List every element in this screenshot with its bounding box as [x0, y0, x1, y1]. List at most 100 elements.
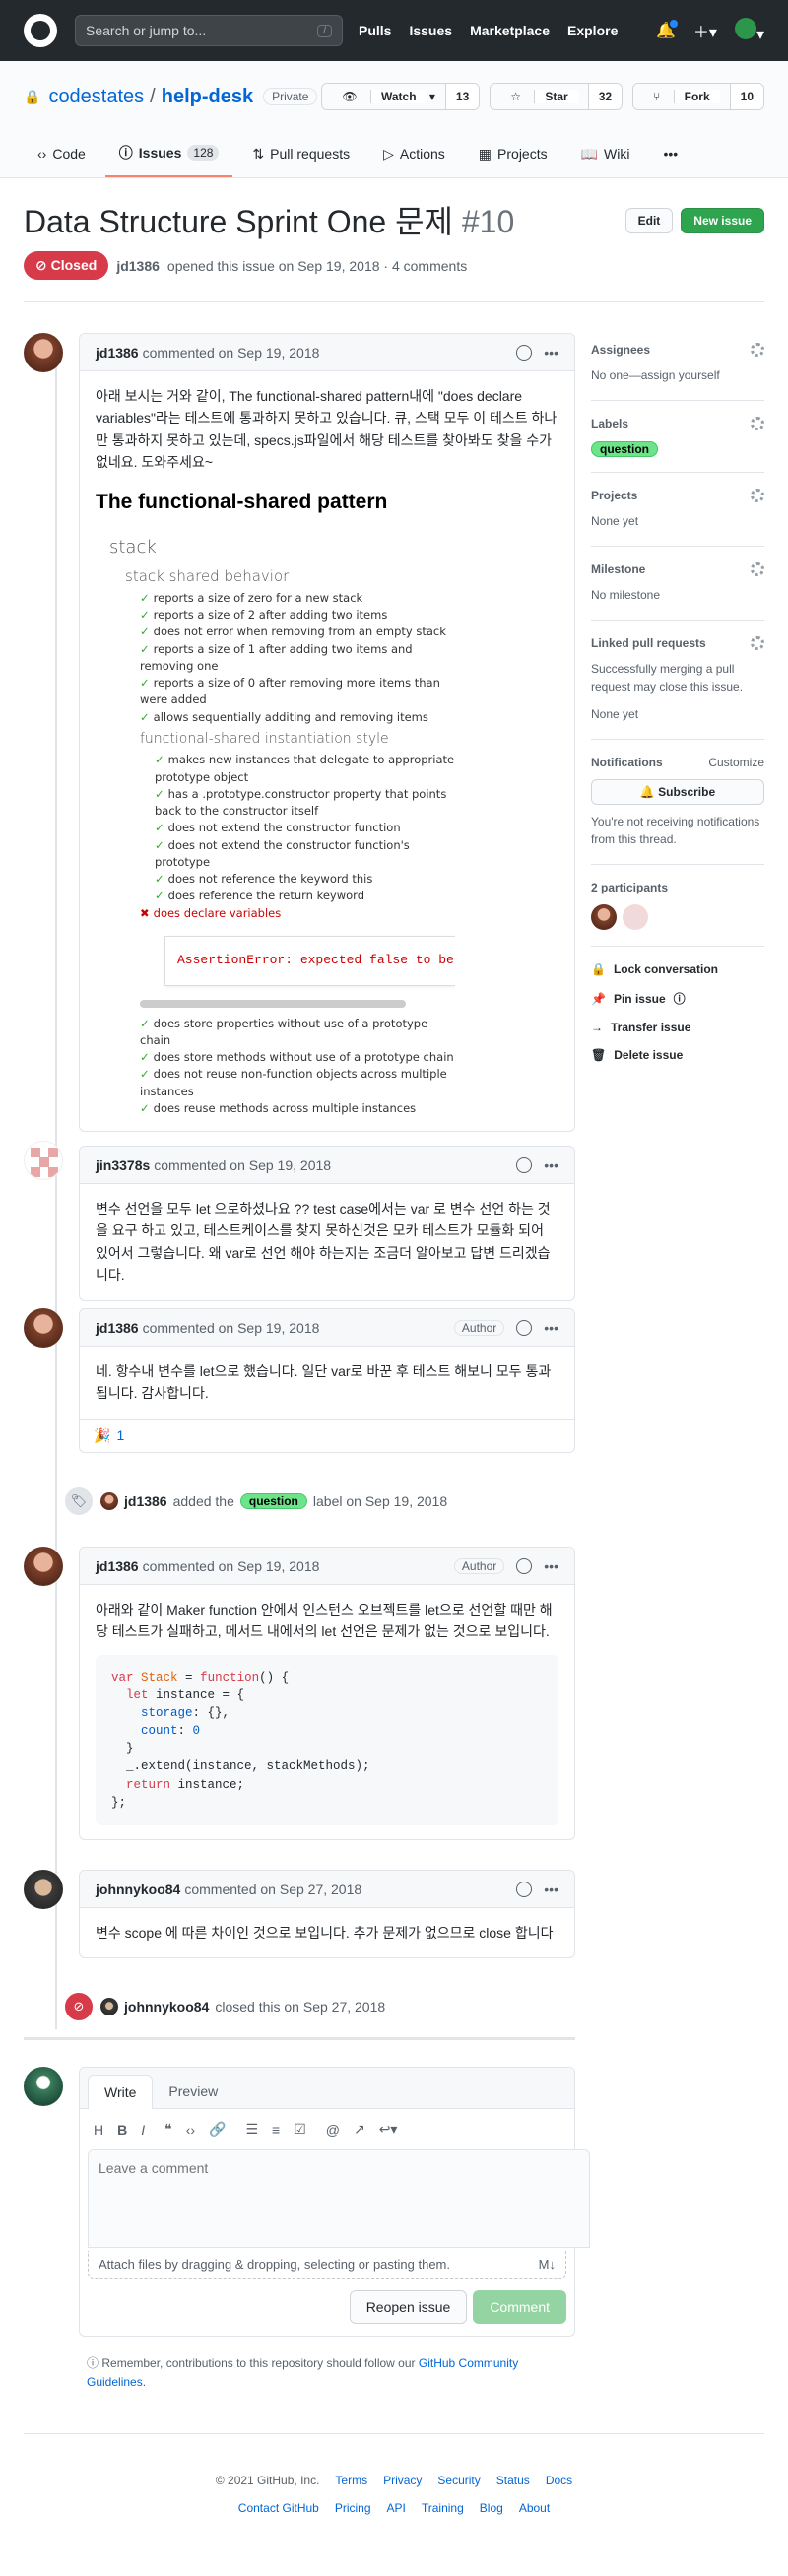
footer-link[interactable]: Security: [437, 2474, 480, 2487]
customize-link[interactable]: Customize: [708, 756, 764, 769]
footer-link[interactable]: Blog: [480, 2501, 503, 2515]
nav-marketplace[interactable]: Marketplace: [470, 23, 550, 38]
gear-icon[interactable]: [751, 636, 764, 650]
comment-date[interactable]: commented on Sep 19, 2018: [143, 1320, 320, 1336]
comment-date[interactable]: commented on Sep 19, 2018: [154, 1157, 331, 1173]
github-logo-icon[interactable]: [24, 14, 57, 47]
gear-icon[interactable]: [751, 489, 764, 502]
pin-issue-button[interactable]: 📌 Pin issue ⓘ: [591, 990, 764, 1007]
reopen-issue-button[interactable]: Reopen issue: [349, 2290, 468, 2324]
assignees-title[interactable]: Assignees: [591, 343, 650, 357]
footer-link[interactable]: Terms: [335, 2474, 367, 2487]
notification-bell-icon[interactable]: 🔔: [656, 18, 680, 40]
projects-title[interactable]: Projects: [591, 489, 637, 502]
comment-author[interactable]: jd1386: [96, 1558, 139, 1574]
assignees-value[interactable]: No one—assign yourself: [591, 366, 764, 384]
repo-name-link[interactable]: help-desk: [162, 86, 253, 108]
add-reaction-icon[interactable]: [516, 1156, 533, 1173]
bulleted-list-icon[interactable]: ☰: [245, 2121, 258, 2138]
watch-button[interactable]: 👁 Watch ▾ 13: [321, 83, 481, 110]
milestone-title[interactable]: Milestone: [591, 562, 645, 576]
linked-prs-title[interactable]: Linked pull requests: [591, 636, 706, 650]
footer-link[interactable]: Status: [496, 2474, 530, 2487]
watch-count[interactable]: 13: [444, 84, 480, 109]
user-menu[interactable]: ▾: [734, 17, 764, 44]
footer-link[interactable]: Contact GitHub: [238, 2501, 319, 2515]
italic-icon[interactable]: I: [141, 2122, 145, 2138]
edit-button[interactable]: Edit: [624, 208, 674, 233]
nav-issues[interactable]: Issues: [409, 23, 452, 38]
add-reaction-icon[interactable]: [516, 1881, 533, 1897]
tab-wiki[interactable]: 📖 Wiki: [567, 130, 644, 177]
nav-pulls[interactable]: Pulls: [359, 23, 391, 38]
avatar[interactable]: [24, 1308, 63, 1348]
avatar[interactable]: [100, 1998, 118, 2015]
label-question[interactable]: question: [591, 441, 658, 457]
star-button[interactable]: ☆ Star 32: [490, 83, 624, 110]
delete-issue-button[interactable]: 🗑 Delete issue: [591, 1048, 764, 1062]
code-icon[interactable]: ‹›: [186, 2122, 195, 2138]
transfer-issue-button[interactable]: → Transfer issue: [591, 1021, 764, 1034]
add-reaction-icon[interactable]: [516, 1557, 533, 1574]
event-actor[interactable]: jd1386: [124, 1493, 167, 1509]
participant-avatar[interactable]: [623, 904, 648, 930]
event-actor[interactable]: johnnykoo84: [124, 1999, 209, 2015]
labels-title[interactable]: Labels: [591, 417, 628, 430]
comment-menu-kebab-icon[interactable]: •••: [544, 1157, 558, 1173]
cross-reference-icon[interactable]: ↗: [354, 2121, 365, 2138]
avatar[interactable]: [24, 1141, 63, 1180]
repo-owner-link[interactable]: codestates: [48, 86, 144, 108]
footer-link[interactable]: Pricing: [335, 2501, 371, 2515]
avatar[interactable]: [24, 1870, 63, 1909]
reply-icon[interactable]: ↩▾: [379, 2121, 398, 2138]
tab-issues[interactable]: ⓘ Issues 128: [104, 130, 233, 177]
comment-menu-kebab-icon[interactable]: •••: [544, 345, 558, 361]
link-icon[interactable]: 🔗: [209, 2121, 226, 2138]
more-tabs-kebab-icon[interactable]: •••: [649, 130, 691, 177]
comment-author[interactable]: jd1386: [96, 345, 139, 361]
quote-icon[interactable]: ❝: [164, 2121, 172, 2138]
task-list-icon[interactable]: ☑: [294, 2121, 306, 2138]
tab-write[interactable]: Write: [88, 2075, 154, 2109]
gear-icon[interactable]: [751, 562, 764, 576]
avatar[interactable]: [24, 333, 63, 372]
heading-icon[interactable]: H: [94, 2122, 103, 2138]
subscribe-button[interactable]: 🔔 Subscribe: [591, 779, 764, 805]
comment-author[interactable]: jin3378s: [96, 1157, 150, 1173]
issue-author-link[interactable]: jd1386: [116, 258, 160, 274]
footer-link[interactable]: About: [519, 2501, 550, 2515]
avatar[interactable]: [24, 1547, 63, 1586]
mention-icon[interactable]: @: [326, 2122, 340, 2138]
fork-count[interactable]: 10: [729, 84, 763, 109]
add-reaction-icon[interactable]: [516, 1319, 533, 1336]
footer-link[interactable]: Docs: [546, 2474, 572, 2487]
nav-explore[interactable]: Explore: [567, 23, 618, 38]
comment-textarea[interactable]: [88, 2149, 590, 2248]
comment-date[interactable]: commented on Sep 19, 2018: [143, 345, 320, 361]
comment-date[interactable]: commented on Sep 27, 2018: [184, 1882, 361, 1897]
tab-pull-requests[interactable]: ⇅ Pull requests: [238, 130, 363, 177]
create-new-plus-icon[interactable]: ＋▾: [693, 19, 717, 42]
attach-files-bar[interactable]: Attach files by dragging & dropping, sel…: [88, 2251, 566, 2279]
label-question[interactable]: question: [239, 1493, 307, 1509]
comment-author[interactable]: jd1386: [96, 1320, 139, 1336]
bold-icon[interactable]: B: [117, 2122, 127, 2138]
tab-projects[interactable]: ▦ Projects: [465, 130, 561, 177]
footer-link[interactable]: API: [387, 2501, 406, 2515]
comment-menu-kebab-icon[interactable]: •••: [544, 1558, 558, 1574]
footer-link[interactable]: Training: [422, 2501, 464, 2515]
tab-actions[interactable]: ▷ Actions: [369, 130, 459, 177]
participant-avatar[interactable]: [591, 904, 617, 930]
tab-preview[interactable]: Preview: [153, 2075, 233, 2108]
add-reaction-icon[interactable]: [516, 344, 533, 361]
reaction-button[interactable]: 🎉 1: [80, 1418, 574, 1452]
comment-menu-kebab-icon[interactable]: •••: [544, 1882, 558, 1897]
new-issue-button[interactable]: New issue: [681, 208, 764, 233]
tab-code[interactable]: ‹› Code: [24, 130, 99, 177]
search-input[interactable]: Search or jump to... /: [75, 15, 343, 46]
spec-scrollbar[interactable]: [140, 999, 406, 1008]
footer-link[interactable]: Privacy: [383, 2474, 422, 2487]
comment-menu-kebab-icon[interactable]: •••: [544, 1320, 558, 1336]
markdown-icon[interactable]: M↓: [539, 2257, 556, 2272]
star-count[interactable]: 32: [587, 84, 623, 109]
